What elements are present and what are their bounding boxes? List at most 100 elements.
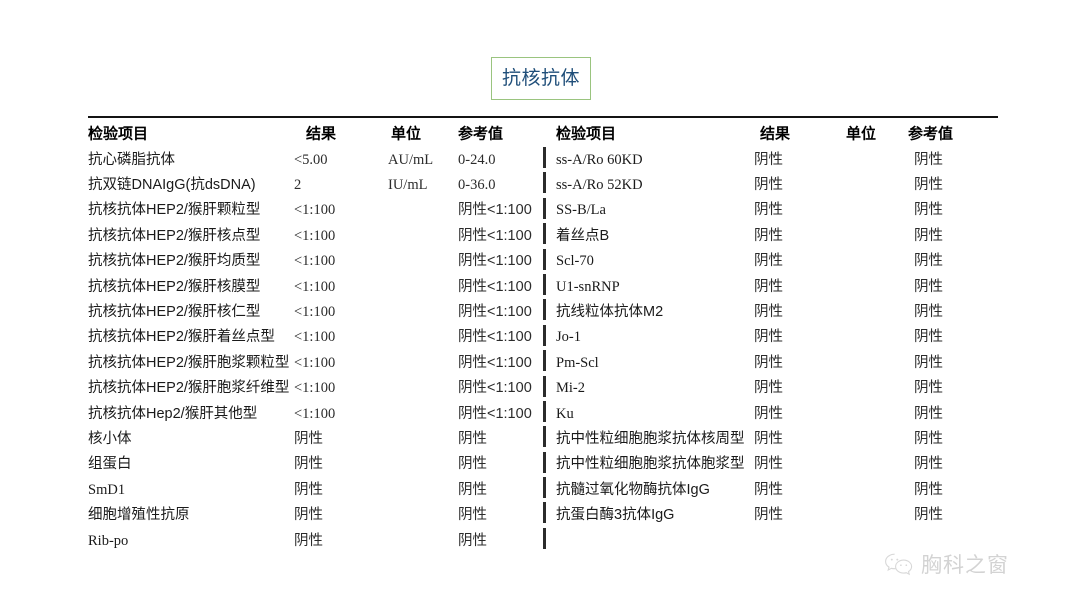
cell-reference: 阴性<1:100 — [458, 329, 532, 346]
table-row: ss-A/Ro 52KD 阴性 阴性 — [546, 172, 998, 197]
cell-result: <1:100 — [294, 278, 336, 295]
cell-item: Jo-1 — [556, 329, 581, 346]
cell-result: 阴性 — [754, 379, 783, 396]
cell-item: 抗核抗体HEP2/猴肝胞浆纤维型 — [88, 379, 290, 396]
cell-item: Rib-po — [88, 532, 129, 549]
cell-unit: IU/mL — [388, 176, 428, 193]
cell-result: 阴性 — [754, 481, 783, 498]
table-row: Pm-Scl 阴性 阴性 — [546, 350, 998, 375]
table-row: 抗心磷脂抗体 <5.00 AU/mL 0-24.0 — [88, 147, 538, 172]
cell-reference: 阴性 — [914, 379, 943, 396]
table-row: ss-A/Ro 60KD 阴性 阴性 — [546, 147, 998, 172]
cell-item: 抗双链DNAIgG(抗dsDNA) — [88, 176, 256, 193]
left-results-table: 检验项目 结果 单位 参考值 抗心磷脂抗体 <5.00 AU/mL 0-24.0 抗双链… — [88, 120, 538, 553]
cell-item: 着丝点B — [556, 227, 610, 244]
header-result: 结果 — [306, 125, 337, 142]
cell-result: 阴性 — [754, 303, 783, 320]
cell-result: 阴性 — [294, 481, 323, 498]
cell-reference: 阴性 — [914, 481, 943, 498]
cell-result: 阴性 — [754, 202, 783, 219]
table-row: 抗核抗体HEP2/猴肝均质型 <1:100 阴性<1:100 — [88, 249, 538, 274]
cell-item: 抗核抗体HEP2/猴肝核膜型 — [88, 278, 261, 295]
cell-reference: 0-36.0 — [458, 176, 496, 193]
cell-item: 核小体 — [88, 430, 132, 447]
cell-result: 阴性 — [754, 430, 783, 447]
table-row: 抗髓过氧化物酶抗体IgG 阴性 阴性 — [546, 477, 998, 502]
cell-item: 抗核抗体Hep2/猴肝其他型 — [88, 405, 258, 422]
cell-result: <1:100 — [294, 202, 336, 219]
cell-reference: 阴性 — [458, 481, 487, 498]
left-table-body: 抗心磷脂抗体 <5.00 AU/mL 0-24.0 抗双链DNAIgG(抗dsDNA) 2… — [88, 147, 538, 553]
table-row: 抗蛋白酶3抗体IgG 阴性 阴性 — [546, 502, 998, 527]
cell-reference: 阴性 — [914, 354, 943, 371]
cell-item: Scl-70 — [556, 253, 594, 269]
table-row: 细胞增殖性抗原 阴性 阴性 — [88, 502, 538, 527]
cell-reference: 阴性 — [914, 329, 943, 346]
cell-reference: 阴性 — [914, 176, 943, 193]
cell-reference: 阴性 — [914, 303, 943, 320]
cell-reference: 阴性 — [458, 532, 487, 549]
cell-reference: 阴性 — [914, 253, 943, 269]
table-row: SmD1 阴性 阴性 — [88, 477, 538, 502]
table-row: Ku 阴性 阴性 — [546, 401, 998, 426]
table-row: Scl-70 阴性 阴性 — [546, 249, 998, 274]
divider-dash — [543, 527, 546, 549]
table-row: 抗核抗体HEP2/猴肝颗粒型 <1:100 阴性<1:100 — [88, 198, 538, 223]
cell-item: 抗核抗体HEP2/猴肝颗粒型 — [88, 202, 261, 219]
cell-item: Mi-2 — [556, 379, 585, 396]
cell-result: <1:100 — [294, 405, 336, 422]
table-row: 抗核抗体Hep2/猴肝其他型 <1:100 阴性<1:100 — [88, 401, 538, 426]
table-row: SS-B/La 阴性 阴性 — [546, 198, 998, 223]
cell-item: SS-B/La — [556, 202, 606, 219]
table-header-row: 检验项目 结果 单位 参考值 — [88, 120, 538, 147]
cell-item: 细胞增殖性抗原 — [88, 506, 190, 523]
header-unit: 单位 — [391, 125, 422, 142]
cell-result: 阴性 — [754, 151, 783, 168]
cell-result: <5.00 — [294, 151, 328, 168]
cell-result: 2 — [294, 176, 302, 193]
cell-item: U1-snRNP — [556, 278, 620, 295]
cell-item: 组蛋白 — [88, 456, 132, 473]
cell-result: <1:100 — [294, 379, 336, 396]
table-top-border — [88, 116, 998, 118]
cell-reference: 阴性 — [458, 456, 487, 473]
cell-reference: 阴性 — [914, 227, 943, 244]
cell-reference: 阴性 — [458, 430, 487, 447]
cell-result: 阴性 — [754, 278, 783, 295]
cell-result: <1:100 — [294, 329, 336, 346]
cell-item: ss-A/Ro 60KD — [556, 151, 643, 168]
cell-result: 阴性 — [754, 329, 783, 346]
header-reference: 参考值 — [458, 125, 504, 142]
cell-result: 阴性 — [754, 253, 783, 269]
cell-reference: 阴性 — [914, 151, 943, 168]
cell-result: <1:100 — [294, 354, 336, 371]
cell-result: 阴性 — [754, 227, 783, 244]
cell-reference: 阴性<1:100 — [458, 354, 532, 371]
table-row: 抗核抗体HEP2/猴肝核膜型 <1:100 阴性<1:100 — [88, 274, 538, 299]
cell-result: <1:100 — [294, 227, 336, 244]
table-row: Rib-po 阴性 阴性 — [88, 528, 538, 553]
cell-result: 阴性 — [294, 430, 323, 447]
table-row: 抗核抗体HEP2/猴肝胞浆纤维型 <1:100 阴性<1:100 — [88, 376, 538, 401]
cell-item: 抗中性粒细胞胞浆抗体胞浆型 — [556, 456, 745, 473]
table-row: 核小体 阴性 阴性 — [88, 426, 538, 451]
cell-item: 抗线粒体抗体M2 — [556, 303, 664, 320]
cell-unit: AU/mL — [388, 151, 434, 168]
table-row: 着丝点B 阴性 阴性 — [546, 223, 998, 248]
cell-item: 抗核抗体HEP2/猴肝均质型 — [88, 253, 261, 269]
cell-reference: 阴性<1:100 — [458, 405, 532, 422]
table-row: 抗中性粒细胞胞浆抗体核周型 阴性 阴性 — [546, 426, 998, 451]
table-row: 抗线粒体抗体M2 阴性 阴性 — [546, 299, 998, 324]
watermark-text: 胸科之窗 — [921, 553, 1009, 577]
cell-item: 抗心磷脂抗体 — [88, 151, 175, 168]
cell-reference: 阴性<1:100 — [458, 303, 532, 320]
header-unit: 单位 — [846, 125, 877, 142]
header-result: 结果 — [760, 125, 791, 142]
table-row: 抗中性粒细胞胞浆抗体胞浆型 阴性 阴性 — [546, 452, 998, 477]
cell-item: 抗髓过氧化物酶抗体IgG — [556, 481, 710, 498]
cell-item: Ku — [556, 405, 574, 422]
header-reference: 参考值 — [908, 125, 954, 142]
cell-reference: 0-24.0 — [458, 151, 496, 168]
cell-reference: 阴性 — [914, 405, 943, 422]
cell-result: 阴性 — [754, 354, 783, 371]
